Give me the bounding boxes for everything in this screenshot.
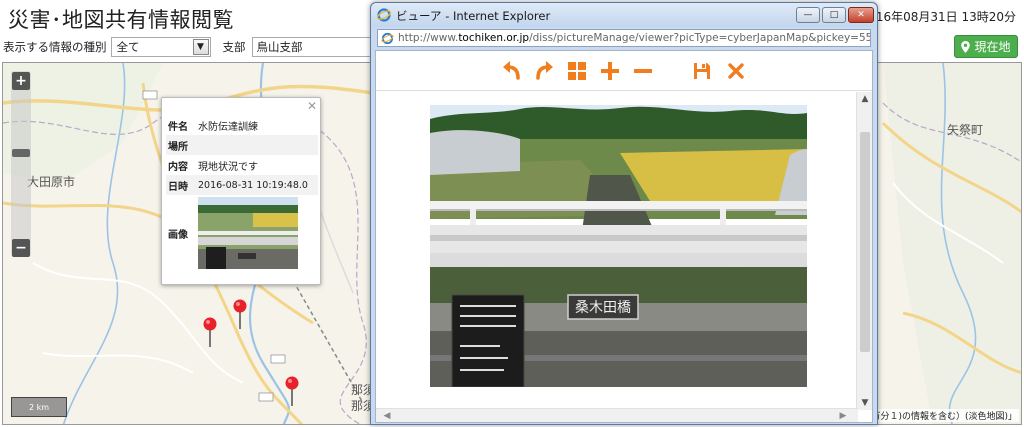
- zoom-in-icon: [601, 62, 619, 80]
- map-label-otawara: 大田原市: [27, 175, 76, 189]
- site-photo[interactable]: 桑木田橋: [430, 105, 807, 387]
- viewer-content: 桑木田橋 ▲ ▼ ◀ ▶: [375, 50, 873, 423]
- row-value: [196, 195, 318, 271]
- map-scale: 2 km: [11, 397, 67, 417]
- branch-label: 支部: [222, 40, 246, 54]
- rotate-right-button[interactable]: [532, 60, 556, 82]
- viewer-title: ビューア - Internet Explorer: [396, 9, 551, 23]
- map-label-yaita: 矢祭町: [947, 123, 984, 137]
- maximize-button[interactable]: □: [822, 7, 846, 23]
- filter-row: 表示する情報の種別 全て ▼ 支部 鳥山支部: [0, 36, 392, 58]
- url-prefix: http://www.: [398, 32, 459, 44]
- row-key: 件名: [168, 121, 188, 133]
- viewer-titlebar[interactable]: ビューア - Internet Explorer — □ ✕: [371, 3, 877, 27]
- scroll-up-icon[interactable]: ▲: [857, 92, 872, 106]
- zoom-out-icon: [634, 69, 652, 73]
- map-marker-icon: [961, 40, 971, 53]
- viewer-toolbar: [376, 51, 872, 91]
- page-title: 災害･地図共有情報閲覧: [8, 8, 234, 32]
- photo-thumbnail[interactable]: [198, 197, 298, 269]
- address-bar[interactable]: http://www. tochiken.or.jp/diss/pictureMa…: [377, 29, 871, 47]
- viewer-window: ビューア - Internet Explorer — □ ✕ http://ww…: [370, 2, 878, 425]
- url-path: /diss/pictureManage/viewer?picType=cyber…: [529, 32, 870, 44]
- info-table: 件名 水防伝達訓練 場所 内容 現地状況です 日時 2016-08-31 10:…: [166, 115, 318, 271]
- url-host: tochiken.or.jp: [458, 32, 530, 44]
- vertical-scrollbar[interactable]: ▲ ▼: [856, 92, 872, 410]
- page-icon: [381, 32, 394, 45]
- zoom-out-button[interactable]: [631, 60, 655, 82]
- current-location-label: 現在地: [974, 40, 1011, 54]
- map-marker-pin[interactable]: [285, 376, 299, 406]
- viewer-close-button[interactable]: [724, 60, 748, 82]
- scroll-left-icon[interactable]: ◀: [380, 409, 394, 422]
- table-row: 内容 現地状況です: [166, 155, 318, 175]
- row-key: 場所: [166, 135, 196, 155]
- row-value: [196, 135, 318, 155]
- rotate-right-icon: [536, 61, 553, 80]
- row-key: 内容: [168, 161, 188, 173]
- type-label: 表示する情報の種別: [3, 40, 107, 54]
- photo-area[interactable]: 桑木田橋: [376, 92, 858, 410]
- grid-icon: [568, 62, 586, 80]
- save-button[interactable]: [690, 60, 714, 82]
- marker-info-popup: ✕ 件名 水防伝達訓練 場所 内容 現地状況です 日時 2016-08-31 1…: [161, 97, 321, 285]
- zoom-slider[interactable]: [11, 71, 31, 257]
- zoom-slider-handle[interactable]: [12, 149, 30, 157]
- save-icon: [694, 63, 710, 79]
- table-row: 画像: [166, 195, 318, 271]
- table-row: 日時 2016-08-31 10:19:48.0: [166, 175, 318, 195]
- row-value: 現地状況です: [198, 161, 258, 173]
- current-location-button[interactable]: 現在地: [954, 35, 1018, 58]
- grid-button[interactable]: [565, 60, 589, 82]
- table-row: 場所: [166, 135, 318, 155]
- map-attribution: 20万分１)の情報を含む）(淡色地図)」: [858, 409, 1019, 422]
- row-key: 日時: [166, 175, 196, 195]
- zoom-in-button[interactable]: +: [12, 72, 30, 90]
- window-close-button[interactable]: ✕: [848, 7, 874, 23]
- zoom-out-button[interactable]: −: [12, 239, 30, 257]
- zoom-in-button[interactable]: [598, 60, 622, 82]
- branch-value: 鳥山支部: [256, 40, 303, 54]
- rotate-left-button[interactable]: [500, 60, 524, 82]
- row-value: 2016-08-31 10:19:48.0: [196, 175, 318, 195]
- minimize-button[interactable]: —: [796, 7, 820, 23]
- chevron-down-icon[interactable]: ▼: [192, 39, 209, 55]
- horizontal-scrollbar[interactable]: ◀ ▶: [376, 408, 858, 422]
- scrollbar-thumb[interactable]: [860, 132, 870, 352]
- internet-explorer-icon: [377, 8, 391, 22]
- type-select[interactable]: 全て ▼: [110, 37, 211, 57]
- close-icon: [728, 63, 744, 79]
- scroll-down-icon[interactable]: ▼: [857, 396, 872, 410]
- rotate-left-icon: [503, 61, 520, 80]
- photo-sign-text: 桑木田橋: [575, 300, 631, 316]
- table-row: 件名 水防伝達訓練: [166, 115, 318, 135]
- row-key: 画像: [168, 229, 188, 241]
- row-value: 水防伝達訓練: [198, 121, 258, 133]
- type-select-value: 全て: [116, 40, 140, 54]
- scroll-right-icon[interactable]: ▶: [836, 409, 850, 422]
- map-marker-pin[interactable]: [233, 299, 247, 329]
- popup-close-icon[interactable]: ✕: [307, 99, 317, 113]
- map-marker-pin[interactable]: [203, 317, 217, 347]
